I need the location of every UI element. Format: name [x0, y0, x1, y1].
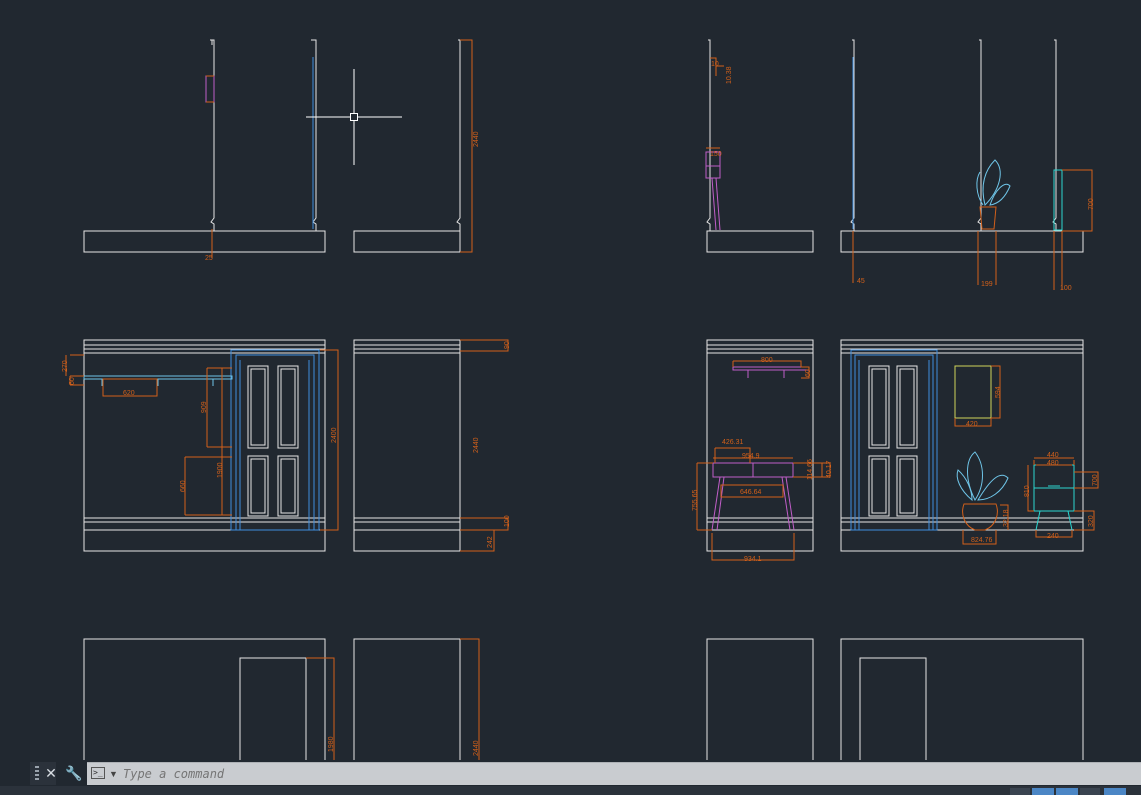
- dim-label: 10: [711, 61, 719, 68]
- status-toggle[interactable]: [1056, 788, 1078, 795]
- dim-label: 824.76: [971, 537, 993, 544]
- dim-label: 60: [69, 377, 76, 385]
- dim-label: 40.17: [826, 460, 833, 478]
- dim-label: 700: [1092, 474, 1099, 486]
- command-input-box[interactable]: >_ ▼: [87, 762, 1141, 785]
- status-toggle[interactable]: [1104, 788, 1126, 795]
- dim-label: 242: [487, 536, 494, 548]
- dim-label: 480: [1047, 460, 1059, 467]
- dropdown-arrow-icon[interactable]: ▼: [109, 765, 118, 783]
- dim-label: 100: [504, 515, 511, 527]
- dim-label: 646.64: [740, 489, 762, 496]
- slab-section: [353, 230, 461, 253]
- status-toggle[interactable]: [1032, 788, 1054, 795]
- dim-label: 620: [123, 390, 135, 397]
- dim-label: 32.18: [1003, 509, 1010, 527]
- door-frame: [850, 349, 938, 531]
- customize-wrench-icon[interactable]: 🔧: [65, 762, 83, 785]
- crosshair-cursor: [306, 69, 402, 165]
- slab-section: [706, 230, 814, 253]
- slab-section: [83, 230, 326, 253]
- dim-label: 10.38: [726, 66, 733, 84]
- dim-label: 150: [710, 151, 722, 158]
- dim-label: 100: [1060, 285, 1072, 292]
- wall-elevation: [840, 638, 1084, 760]
- command-line: ✕ 🔧 >_ ▼: [30, 762, 1141, 785]
- dim-label: 1900: [217, 462, 224, 478]
- wall-elevation: [83, 638, 326, 760]
- dim-label: 114.66: [807, 459, 814, 480]
- dim-label: 240: [1047, 533, 1059, 540]
- wall-shelf: [732, 366, 810, 371]
- status-toggle[interactable]: [1010, 788, 1030, 795]
- dim-label: 755.65: [692, 489, 699, 511]
- dim-label: 810: [1024, 485, 1031, 497]
- door-opening: [239, 657, 307, 760]
- dim-label: 2440: [473, 131, 480, 147]
- dim-label: 320: [1088, 515, 1095, 527]
- wall-elevation: [706, 638, 814, 760]
- status-bar: [0, 786, 1141, 795]
- command-prompt-icon[interactable]: >_: [91, 767, 105, 779]
- dim-label: 199: [981, 281, 993, 288]
- dim-label: 440: [1047, 452, 1059, 459]
- dim-label: 954.9: [742, 453, 760, 460]
- command-input[interactable]: [123, 763, 1023, 785]
- door-frame: [230, 349, 320, 531]
- door-opening: [859, 657, 927, 760]
- potted-plant: [956, 159, 1011, 502]
- wall-shelf: [83, 375, 233, 386]
- dim-label: 90: [504, 341, 511, 349]
- wall-elevation: [353, 638, 461, 760]
- dim-label: 1980: [328, 736, 335, 752]
- dim-label: 800: [761, 357, 773, 364]
- dim-label: 909: [201, 401, 208, 413]
- dim-label: 270: [62, 360, 69, 372]
- wall-elevation: [353, 339, 461, 552]
- dim-label: 594: [995, 386, 1002, 398]
- dim-label: 420: [966, 421, 978, 428]
- dim-label: 45: [857, 278, 865, 285]
- dim-label: 2400: [331, 427, 338, 443]
- dim-label: 2440: [473, 740, 480, 756]
- close-icon[interactable]: ✕: [42, 762, 60, 785]
- dim-label: 25: [205, 255, 213, 262]
- dim-label: 660: [180, 480, 187, 492]
- dim-label: 426.31: [722, 439, 744, 446]
- slab-section: [840, 230, 1084, 253]
- drawing-canvas[interactable]: 2440 25 150 10 10.38 45 199 100 700 270 …: [0, 0, 1141, 760]
- dim-label: 60: [805, 369, 812, 377]
- dim-label: 700: [1088, 198, 1095, 210]
- dim-label: 2440: [473, 437, 480, 453]
- dim-label: 934.1: [744, 556, 762, 563]
- bedside-cabinet: [1033, 169, 1075, 531]
- picture-frame: [954, 365, 992, 419]
- status-toggle[interactable]: [1080, 788, 1100, 795]
